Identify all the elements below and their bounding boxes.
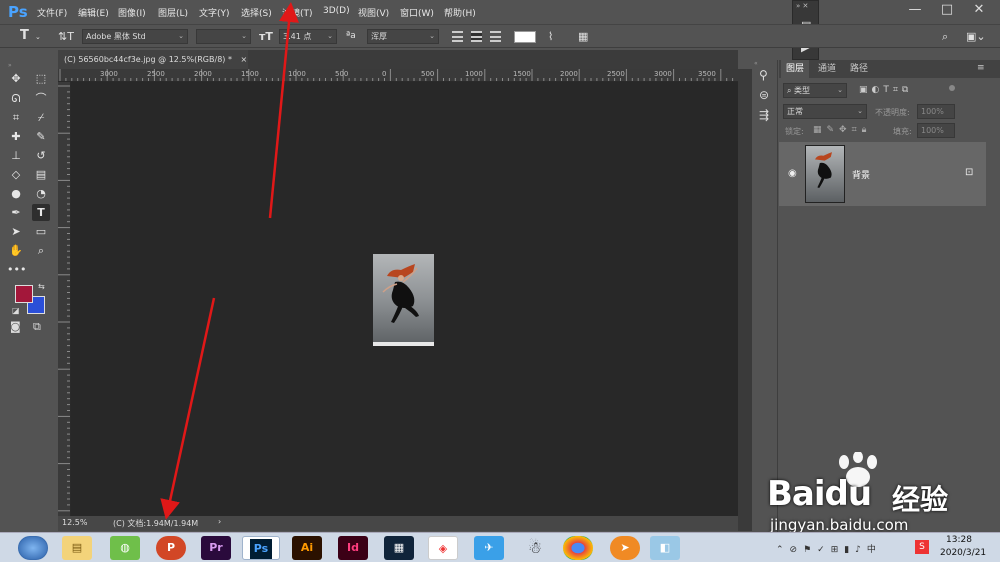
tab-channels[interactable]: 通道 (813, 60, 841, 78)
photoshop-taskbar-button[interactable]: Ps (242, 536, 280, 560)
opacity-label: 不透明度: (875, 108, 910, 117)
layer-row-background[interactable]: ◉ 背景 ⊡ (779, 142, 986, 206)
panel-grip-icon: « (754, 60, 758, 67)
red-arrow-down (160, 297, 216, 520)
properties-icon[interactable]: ⚲ (759, 68, 768, 82)
start-button[interactable] (18, 536, 48, 560)
libraries-icon[interactable]: ⇶ (759, 108, 769, 122)
wechat-icon[interactable]: ◍ (110, 536, 140, 560)
layer-name[interactable]: 背景 (852, 168, 870, 181)
video-editor-icon[interactable]: ▦ (384, 536, 414, 560)
red-arrow-up (268, 2, 299, 219)
fill-value: 100% (921, 126, 944, 135)
layer-filter-value: 类型 (794, 86, 811, 95)
dancer-thumbnail-figure (814, 152, 832, 188)
adjustments-icon[interactable]: ⊜ (759, 88, 769, 102)
opacity-input[interactable]: 100% (917, 104, 955, 119)
chevron-down-icon: ⌄ (857, 107, 863, 115)
input-method-icon[interactable]: S (915, 540, 929, 554)
windows-taskbar: ▤ ◍ P Pr Ps Ai Id ▦ ◈ ✈ ☃ ➤ ◧ ⌃⊘⚑✓⊞▮♪中 S… (0, 532, 1000, 562)
opacity-value: 100% (921, 107, 944, 116)
foreground-color-swatch[interactable] (15, 285, 33, 303)
tab-layers[interactable]: 图层 (781, 60, 810, 78)
powerpoint-icon[interactable]: P (156, 536, 186, 560)
panel-menu-icon[interactable]: ≡ (977, 63, 985, 73)
layer-filter-select[interactable]: ⌕ 类型 ⌄ (783, 83, 847, 98)
notes-app-icon[interactable]: ◧ (650, 536, 680, 560)
blend-mode-value: 正常 (787, 107, 803, 116)
eye-visibility-icon[interactable]: ◉ (788, 168, 797, 179)
lock-icons[interactable]: ▦✎✥⌗🔒︎ (813, 125, 871, 135)
baidu-watermark: Baidu 经验 jingyan.baidu.com (762, 452, 992, 542)
tab-paths[interactable]: 路径 (845, 60, 873, 78)
browser-icon[interactable]: ➤ (610, 536, 640, 560)
photoshop-icon: Ps (250, 539, 272, 559)
illustrator-icon[interactable]: Ai (292, 536, 322, 560)
chat-bird-icon[interactable]: ✈ (474, 536, 504, 560)
drawing-app-icon[interactable]: ◈ (428, 536, 458, 560)
lock-label: 锁定: (785, 127, 804, 136)
chevron-down-icon: ⌄ (837, 86, 843, 94)
layer-filter-icons[interactable]: ▣◐T⌗⧉ (859, 85, 912, 95)
blend-mode-select[interactable]: 正常 ⌄ (783, 104, 867, 119)
qq-penguin-icon[interactable]: ☃ (520, 536, 550, 560)
premiere-icon[interactable]: Pr (201, 536, 231, 560)
clock-time[interactable]: 13:28 (946, 535, 972, 545)
watermark-cn: 经验 (892, 483, 949, 516)
fill-label: 填充: (893, 127, 912, 136)
layer-thumbnail (805, 145, 845, 203)
fill-input[interactable]: 100% (917, 123, 955, 138)
chrome-icon[interactable] (563, 536, 593, 560)
indesign-icon[interactable]: Id (338, 536, 368, 560)
search-icon: ⌕ (787, 86, 795, 95)
lock-icon: ⊡ (965, 167, 974, 178)
watermark-brand: Baidu (767, 474, 872, 514)
system-tray-icons[interactable]: ⌃⊘⚑✓⊞▮♪中 (776, 542, 882, 555)
filter-toggle[interactable] (949, 85, 955, 91)
file-explorer-icon[interactable]: ▤ (62, 536, 92, 560)
clock-date[interactable]: 2020/3/21 (940, 548, 986, 558)
